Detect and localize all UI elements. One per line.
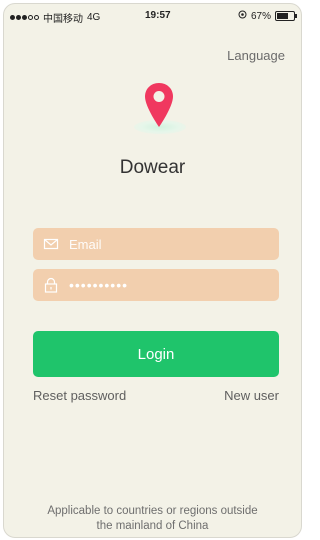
carrier-name: 中国移动	[43, 14, 83, 25]
map-pin-icon	[145, 83, 173, 127]
region-notice: Applicable to countries or regions outsi…	[14, 504, 291, 534]
signal-dot	[10, 15, 15, 20]
clock: 19:57	[145, 10, 171, 21]
lock-icon	[43, 277, 59, 293]
network-type: 4G	[87, 12, 101, 23]
signal-dot	[16, 15, 21, 20]
login-button[interactable]: Login	[33, 331, 279, 377]
battery-fill	[277, 13, 288, 19]
email-field[interactable]	[33, 228, 279, 260]
password-field[interactable]	[33, 269, 279, 301]
signal-dot-empty	[28, 15, 33, 20]
region-notice-line-2: the mainland of China	[96, 520, 209, 532]
status-left: 中国移动 4G	[10, 10, 100, 25]
region-notice-line-1: Applicable to countries or regions outsi…	[47, 505, 258, 517]
status-right: 67%	[238, 10, 297, 22]
signal-strength-icon	[10, 15, 39, 20]
reset-password-link[interactable]: Reset password	[33, 388, 126, 403]
language-link[interactable]: Language	[227, 48, 285, 63]
app-name: Dowear	[119, 157, 186, 178]
signal-dot	[22, 15, 27, 20]
login-screen: 中国移动 4G 19:57 67% Language Dowear Email …	[3, 3, 302, 538]
status-bar: 中国移动 4G 19:57 67%	[4, 4, 301, 26]
location-icon	[238, 10, 247, 22]
password-input[interactable]	[69, 277, 259, 293]
app-logo	[130, 82, 190, 142]
battery-icon	[275, 11, 297, 21]
signal-dot-empty	[34, 15, 39, 20]
battery-percent: 67%	[250, 10, 271, 22]
new-user-link[interactable]: New user	[224, 388, 279, 403]
envelope-icon	[43, 236, 59, 252]
email-input[interactable]	[69, 236, 259, 252]
